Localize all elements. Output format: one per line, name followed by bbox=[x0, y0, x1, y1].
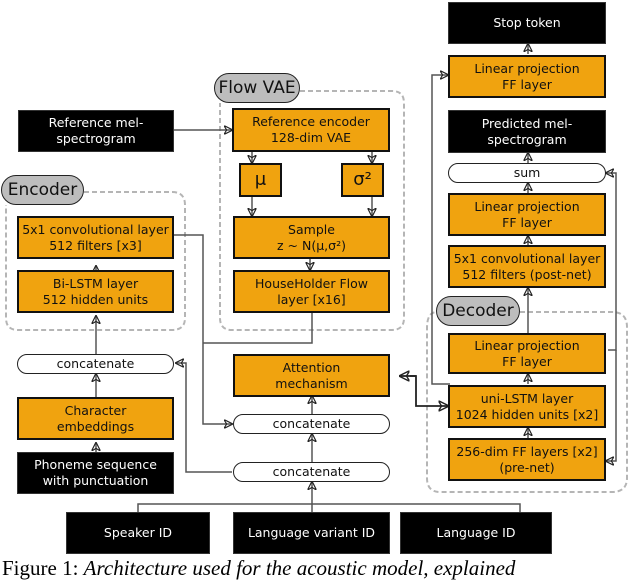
wire-speakerid bbox=[137, 503, 521, 512]
postnet-conv-layer: 5x1 convolutional layer 512 filters (pos… bbox=[448, 245, 606, 288]
wire-encconv-concat-upper bbox=[174, 234, 232, 424]
uni-lstm-layer: uni-LSTM layer 1024 hidden units [x2] bbox=[448, 385, 606, 428]
upper-concatenate-node: concatenate bbox=[233, 414, 390, 434]
sum-node: sum bbox=[448, 163, 606, 183]
encoder-conv-layer: 5x1 convolutional layer 512 filters [x3] bbox=[17, 216, 174, 259]
predicted-mel-spectrogram-output: Predicted mel- spectrogram bbox=[448, 110, 606, 153]
linear-projection-post-layer: Linear projection FF layer bbox=[448, 193, 606, 236]
reference-encoder-layer: Reference encoder 128-dim VAE bbox=[232, 108, 390, 152]
sample-node: Sample z ~ N(μ,σ²) bbox=[233, 216, 390, 259]
stop-token-output: Stop token bbox=[448, 2, 606, 44]
phoneme-sequence-input: Phoneme sequence with punctuation bbox=[17, 452, 174, 494]
language-variant-id-input: Language variant ID bbox=[233, 512, 390, 554]
decoder-label: Decoder bbox=[436, 296, 520, 326]
sigma-squared-node: σ² bbox=[341, 163, 384, 197]
bi-lstm-layer: Bi-LSTM layer 512 hidden units bbox=[17, 270, 174, 313]
reference-mel-spectrogram-input: Reference mel- spectrogram bbox=[18, 110, 174, 152]
character-embeddings-layer: Character embeddings bbox=[17, 397, 174, 440]
lower-concatenate-node: concatenate bbox=[233, 462, 390, 482]
decoder-linear-projection-layer: Linear projection FF layer bbox=[448, 333, 606, 374]
wire-declinear-prenet bbox=[606, 350, 617, 461]
wire-householder-junction bbox=[203, 312, 313, 344]
prenet-ff-layers: 256-dim FF layers [x2] (pre-net) bbox=[448, 438, 606, 481]
flow-vae-label: Flow VAE bbox=[214, 73, 300, 103]
wire-attention-unilstm bbox=[410, 375, 448, 406]
encoder-concatenate-node: concatenate bbox=[17, 354, 174, 374]
speaker-id-input: Speaker ID bbox=[66, 512, 210, 554]
mu-node: μ bbox=[239, 163, 282, 197]
encoder-label: Encoder bbox=[1, 175, 84, 205]
language-id-input: Language ID bbox=[400, 512, 552, 554]
attention-mechanism-layer: Attention mechanism bbox=[233, 354, 390, 397]
wire-declinear-sum bbox=[606, 173, 617, 351]
caption-text: Architecture used for the acoustic model… bbox=[83, 556, 516, 580]
householder-flow-layer: HouseHolder Flow layer [x16] bbox=[233, 270, 390, 313]
figure-caption: Figure 1: Architecture used for the acou… bbox=[2, 556, 515, 581]
wire-concatlower-concatenc bbox=[176, 363, 232, 473]
caption-label: Figure 1: bbox=[2, 556, 79, 580]
linear-projection-stop-layer: Linear projection FF layer bbox=[448, 55, 606, 98]
